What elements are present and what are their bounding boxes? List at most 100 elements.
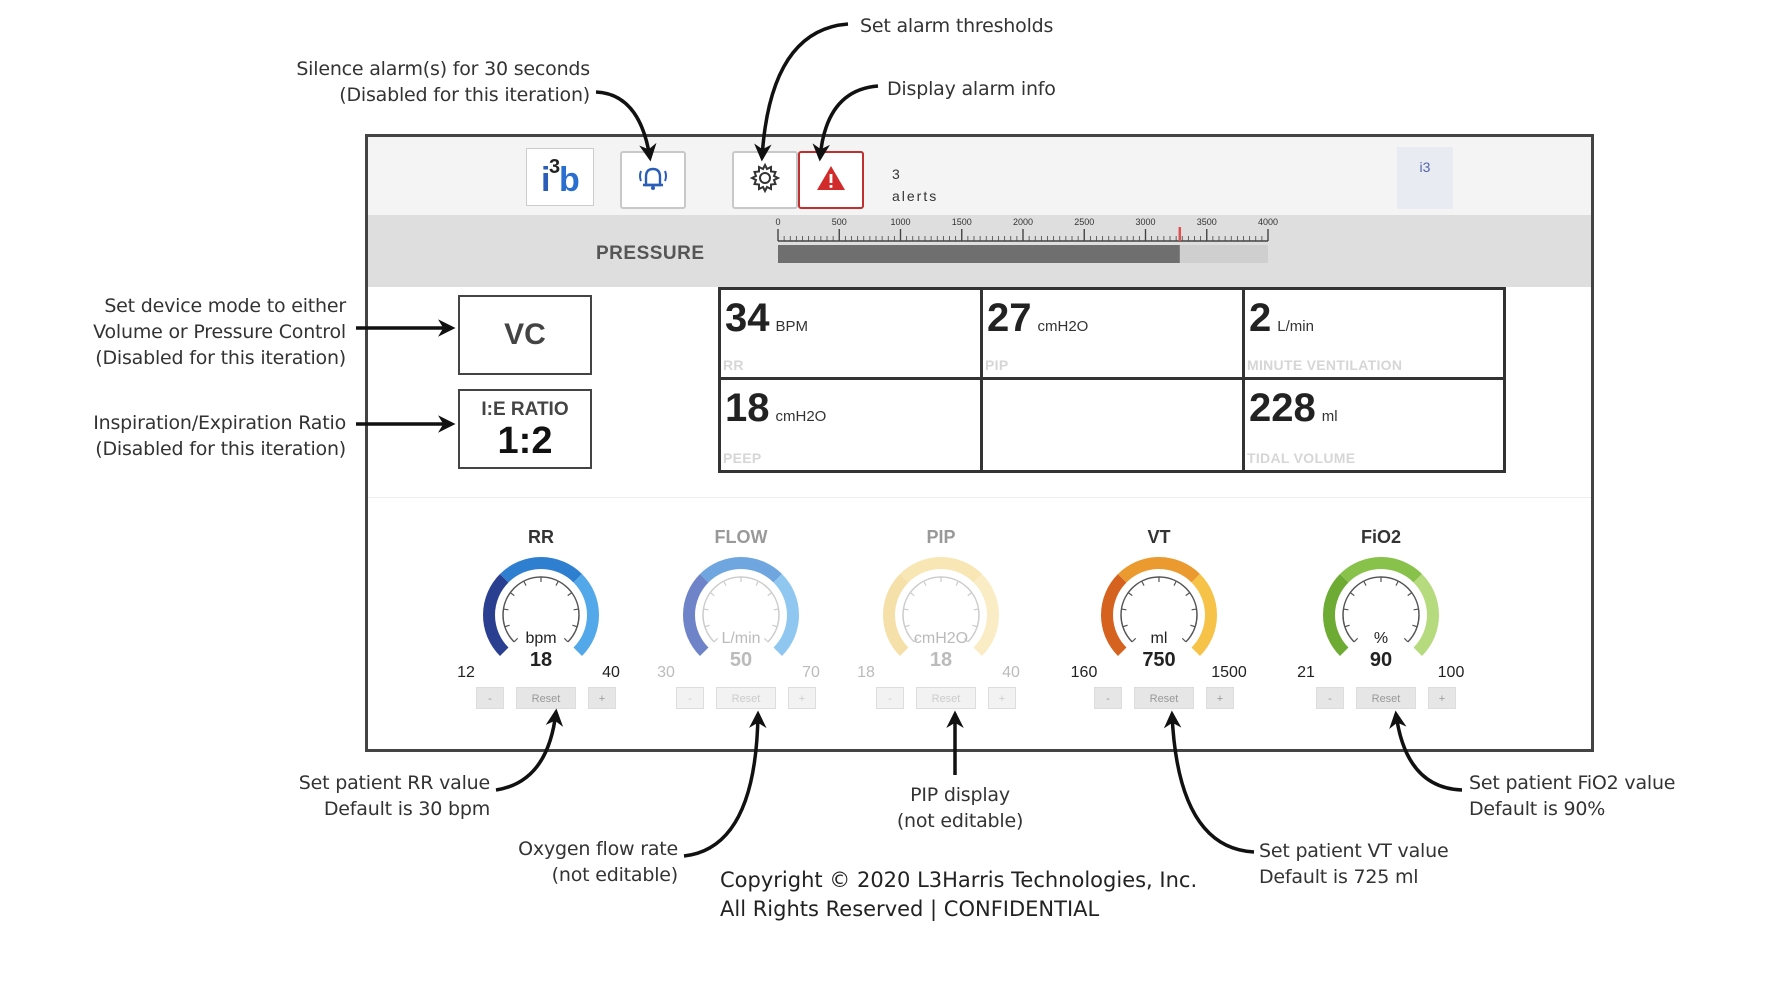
annotation-line: Silence alarm(s) for 30 seconds [296,58,590,80]
dial-min: 12 [457,664,475,681]
decrement-button: - [676,687,704,709]
annotation-flow: Oxygen flow rate (not editable) [440,836,678,888]
annotation-line: Display alarm info [887,78,1056,100]
dial-max: 100 [1437,664,1465,681]
dial-max: 70 [802,664,820,681]
dial-tick [1349,592,1355,597]
mode-button[interactable]: VC [458,295,592,375]
dial-tick [1395,580,1399,586]
dial-tick [1412,624,1418,628]
reset-button[interactable]: Reset [1356,687,1416,709]
annotation-ie-ratio: Inspiration/Expiration Ratio (Disabled f… [40,410,346,462]
dial-max: 40 [602,664,620,681]
pressure-tick-label: 0 [775,217,780,227]
silence-alarm-button[interactable] [620,151,686,209]
increment-button[interactable]: + [588,687,616,709]
increment-button: + [988,687,1016,709]
dial-title: FLOW [714,527,768,547]
top-toolbar: i 3 b 3 alerts i3 [368,137,1591,215]
ventilator-screen: i 3 b 3 alerts i3 PRESSURE 0 500 1000 15… [365,134,1594,752]
increment-button[interactable]: + [1206,687,1234,709]
dial-controls: - Reset + [1094,687,1234,711]
dial-tick [923,580,927,586]
dial-tick [523,580,527,586]
dial-pip: PIP cmH2O 18 18 40- Reset + [846,527,1036,717]
increment-button: + [788,687,816,709]
readout-rr: 34 BPM RR [721,290,983,380]
warning-icon [815,163,847,198]
readout-tidal-volume: 228 ml TIDAL VOLUME [1245,380,1503,470]
increment-button[interactable]: + [1428,687,1456,709]
dial-tick [973,608,979,611]
readout-peep: 18 cmH2O PEEP [721,380,983,470]
annotation-line: Inspiration/Expiration Ratio [93,412,346,434]
alerts-indicator[interactable]: 3 alerts [892,163,938,207]
annotation-line: Default is 725 ml [1259,866,1419,888]
readout-peep-value: 18 [725,386,770,430]
dial-controls: - Reset + [876,687,1016,711]
alarm-info-button[interactable] [798,151,864,209]
dial-tick [767,592,773,597]
dial-tick [1190,624,1196,628]
decrement-button[interactable]: - [1094,687,1122,709]
pressure-tick-label: 2000 [1013,217,1033,227]
version-badge: i3 [1397,147,1453,209]
dial-tick [555,580,559,586]
ie-ratio-button[interactable]: I:E RATIO 1:2 [458,389,592,469]
pressure-tick-label: 1000 [890,217,910,227]
annotation-line: Set device mode to either [104,295,346,317]
dial-tick [509,592,515,597]
dial-title: VT [1147,527,1171,547]
readout-mv-unit: L/min [1277,318,1314,335]
ie-ratio-label: I:E RATIO [481,399,569,420]
annotation-line: Set patient VT value [1259,840,1449,862]
dial-tick [723,580,727,586]
alerts-count: 3 [892,166,902,182]
annotation-line: PIP display [910,784,1010,806]
pressure-label: PRESSURE [596,243,705,264]
decrement-button[interactable]: - [476,687,504,709]
decrement-button[interactable]: - [1316,687,1344,709]
dial-arc-segment [499,557,583,583]
annotation-line: (Disabled for this iteration) [95,438,346,460]
readout-mv-label: MINUTE VENTILATION [1247,357,1403,373]
copyright-line: Copyright © 2020 L3Harris Technologies, … [720,868,1198,892]
dial-tick [904,624,910,628]
alerts-label: alerts [892,188,939,204]
annotation-line: Default is 30 bpm [323,798,490,820]
reset-button[interactable]: Reset [1134,687,1194,709]
alarm-bell-icon [636,163,670,198]
alarm-thresholds-button[interactable] [732,151,798,209]
dial-tick [572,624,578,628]
reset-button[interactable]: Reset [516,687,576,709]
pressure-gauge: 0 500 1000 1500 2000 2500 3000 3500 4000 [775,217,1278,263]
readout-mv-value: 2 [1249,296,1272,340]
dial-tick [772,624,778,628]
dial-unit: % [1373,630,1389,647]
dial-arc-segment [1339,557,1423,583]
dial-title: RR [528,527,554,547]
annotation-device-mode: Set device mode to either Volume or Pres… [40,293,346,371]
dial-tick [1344,624,1350,628]
decrement-button: - [876,687,904,709]
pressure-tick-label: 500 [832,217,847,227]
annotation-line: Set alarm thresholds [860,15,1054,37]
readout-peep-unit: cmH2O [775,408,827,425]
dial-tick [1121,608,1127,611]
dial-arc-segment [899,557,983,583]
readout-rr-label: RR [723,357,744,373]
reset-button: Reset [716,687,776,709]
readout-empty [983,380,1245,470]
dial-unit: ml [1150,630,1168,647]
dial-tick [955,580,959,586]
dial-title: PIP [926,527,956,547]
dial-tick [704,624,710,628]
readout-rr-value: 34 [725,296,770,340]
annotation-line: Default is 90% [1469,798,1606,820]
dial-title: FiO2 [1360,527,1401,547]
annotation-pip: PIP display (not editable) [840,782,1080,834]
annotation-vt: Set patient VT value Default is 725 ml [1259,838,1499,890]
svg-text:b: b [559,161,580,199]
dial-tick [967,592,973,597]
dial-tick [1363,580,1367,586]
